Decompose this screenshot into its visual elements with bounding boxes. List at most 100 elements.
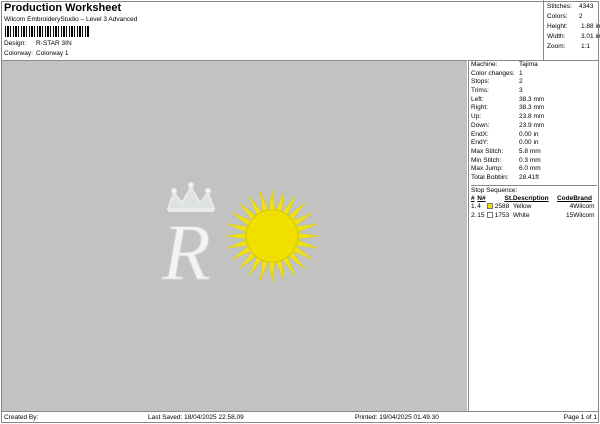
page-title: Production Worksheet (4, 2, 122, 14)
detail-value: 38.3 mm (519, 95, 545, 103)
color-description: Yellow (512, 203, 532, 211)
detail-value: 23.8 mm (519, 113, 545, 121)
sun-icon (224, 188, 320, 284)
footer: Created By: Last Saved: 18/04/2025 22.58… (2, 411, 599, 423)
color-description: White (512, 211, 530, 219)
detail-value: 5.8 mm (519, 147, 541, 155)
sun-ray (268, 259, 276, 284)
stitch-count: 1753 (486, 211, 513, 220)
stitch-value: 2588 (494, 203, 510, 211)
detail-label: Trims: (471, 87, 489, 95)
sun-ray (268, 188, 276, 213)
stat-row: Stitches: 4343 (547, 2, 599, 12)
stat-row: Width: 3.01 in (547, 32, 600, 42)
stat-value: 1:1 (581, 43, 591, 50)
colorway-value: Colorway 1 (36, 50, 69, 57)
detail-label: Right: (471, 104, 488, 112)
color-swatch (486, 211, 493, 218)
detail-label: Left: (471, 95, 484, 103)
detail-value: 28.41ft (519, 173, 539, 181)
stat-value: 3.01 in (581, 33, 600, 40)
detail-row: Stops: 2 (471, 78, 597, 87)
stat-row: Height: 1.88 in (547, 22, 600, 32)
detail-row: Min Stitch: 0.3 mm (471, 157, 597, 166)
column-header: Code (556, 195, 574, 203)
page-number: Page 1 of 1 (563, 414, 597, 421)
design-label: Design: (4, 40, 27, 47)
stop-sequence: Stop Sequence: # N# St. Description Code Bran… (471, 184, 598, 220)
stat-label: Height: (547, 23, 568, 30)
crown-icon (166, 182, 216, 212)
stat-label: Zoom: (547, 43, 566, 50)
color-code: 4 (569, 203, 574, 211)
color-swatch (486, 203, 493, 210)
detail-row: Max Stitch: 5.8 mm (471, 148, 597, 157)
printed-date: Printed: 19/04/2025 01.49.30 (355, 414, 439, 421)
detail-row: Down: 23.9 mm (471, 122, 597, 131)
software-subtitle: Wilcom EmbroideryStudio – Level 3 Advanc… (4, 16, 138, 23)
detail-label: Up: (471, 113, 482, 121)
detail-value: 2 (519, 78, 523, 86)
details-list: Machine: Tajima Color changes: 1 Stops: 2 Trim… (471, 61, 597, 183)
stat-row: Zoom: 1:1 (547, 42, 599, 52)
stitch-value: 1753 (494, 211, 510, 219)
stat-value: 1.88 in (581, 23, 600, 30)
column-header: N# (477, 195, 486, 203)
design-preview: R (2, 60, 467, 411)
thread-brand: Wilcom (573, 203, 595, 211)
created-by: Created By: (4, 414, 39, 421)
detail-row: EndX: 0.00 in (471, 131, 597, 140)
table-row: 1. 4 2588 Yellow 4 Wilcom (471, 202, 598, 211)
stat-label: Width: (547, 33, 566, 40)
detail-value: 3 (519, 87, 523, 95)
letter-r-monogram: R (161, 209, 211, 297)
detail-label: EndX: (471, 130, 489, 138)
detail-value: 38.3 mm (519, 104, 545, 112)
barcode (5, 26, 90, 37)
detail-row: EndY: 0.00 in (471, 139, 597, 148)
detail-label: Machine: (471, 61, 498, 68)
design-artwork: R (161, 182, 320, 298)
design-value: R-STAR 3IN (36, 40, 72, 47)
detail-label: Max Jump: (471, 165, 503, 173)
detail-label: Total Bobbin: (471, 173, 509, 181)
stat-label: Stitches: (547, 3, 572, 10)
detail-row: Left: 38.3 mm (471, 96, 597, 105)
detail-value: 23.9 mm (519, 121, 545, 129)
detail-row: Trims: 3 (471, 87, 597, 96)
detail-value: 0.00 in (519, 139, 539, 147)
sun-ray (224, 232, 249, 240)
stat-value: 4343 (579, 3, 594, 10)
stop-sequence-table: # N# St. Description Code Brand 1. 4 2588 Yello… (471, 195, 598, 219)
needle-number: 4 (477, 203, 481, 211)
details-panel: Machine: Tajima Color changes: 1 Stops: 2 Trim… (468, 60, 599, 411)
stitch-count: 2588 (486, 202, 513, 211)
detail-row: Color changes: 1 (471, 70, 597, 79)
detail-value: 0.3 mm (519, 156, 541, 164)
detail-label: EndY: (471, 139, 489, 147)
detail-value: 1 (519, 69, 523, 77)
detail-label: Color changes: (471, 69, 515, 77)
colorway-label: Colorway: (4, 50, 33, 57)
detail-value: 6.0 mm (519, 165, 541, 173)
color-code: 15 (565, 211, 574, 219)
detail-label: Down: (471, 121, 490, 129)
column-header: Description (512, 195, 549, 203)
detail-row: Right: 38.3 mm (471, 104, 597, 113)
stat-row: Colors: 2 (547, 12, 599, 22)
column-header: St. (504, 195, 513, 203)
detail-row: Max Jump: 6.0 mm (471, 165, 597, 174)
stats-box: Stitches: 4343 Colors: 2 Height: 1.88 in Width… (543, 0, 600, 60)
detail-row: Up: 23.8 mm (471, 113, 597, 122)
table-row: 2. 15 1753 White 15 Wilcom (471, 211, 598, 220)
detail-label: Stops: (471, 78, 490, 86)
sun-disk (245, 209, 299, 263)
sun-ray (295, 232, 320, 240)
detail-row: Machine: Tajima (471, 61, 597, 70)
colorway-row: Colorway: Colorway 1 (4, 50, 69, 57)
stat-label: Colors: (547, 13, 568, 20)
design-row: Design: R-STAR 3IN (4, 40, 72, 47)
detail-label: Min Stitch: (471, 156, 502, 164)
needle-number: 15 (477, 211, 485, 219)
detail-label: Max Stitch: (471, 147, 504, 155)
